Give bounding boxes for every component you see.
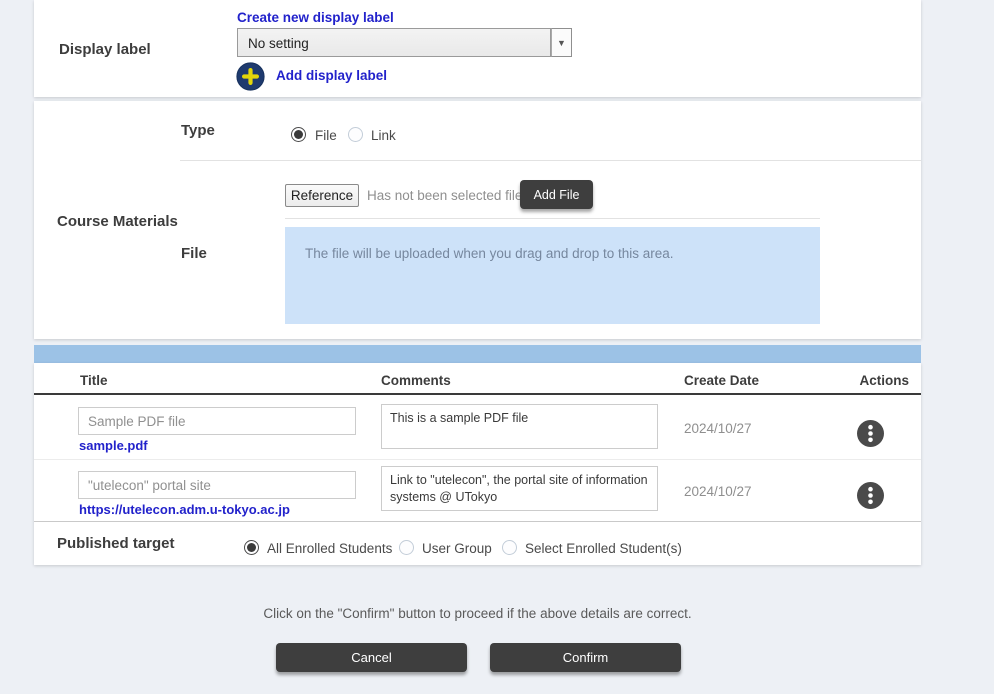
divider xyxy=(180,160,921,161)
display-label-heading: Display label xyxy=(59,41,151,58)
course-materials-heading: Course Materials xyxy=(57,213,178,230)
course-materials-section: Type File Link Course Materials Referenc… xyxy=(34,101,921,339)
display-label-select[interactable]: No setting ▼ xyxy=(237,28,572,57)
reference-button[interactable]: Reference xyxy=(285,184,359,207)
table-top-band xyxy=(34,345,921,363)
file-dropzone[interactable]: The file will be uploaded when you drag … xyxy=(285,227,820,324)
chevron-down-icon[interactable]: ▼ xyxy=(551,28,572,57)
column-header-actions: Actions xyxy=(845,373,909,388)
published-target-radio-user-group-label[interactable]: User Group xyxy=(422,541,492,556)
row-actions-kebab-icon[interactable] xyxy=(857,420,884,452)
row-divider xyxy=(34,459,921,460)
published-target-radio-all[interactable] xyxy=(244,540,259,555)
comment-box[interactable]: Link to "utelecon", the portal site of i… xyxy=(381,466,658,511)
type-radio-link[interactable] xyxy=(348,127,363,142)
header-underline xyxy=(34,393,921,395)
type-radio-link-label[interactable]: Link xyxy=(371,128,396,143)
confirm-instruction-text: Click on the "Confirm" button to proceed… xyxy=(34,606,921,621)
divider xyxy=(285,218,820,219)
create-date-value: 2024/10/27 xyxy=(684,421,752,436)
section-divider xyxy=(34,521,921,522)
cancel-button[interactable]: Cancel xyxy=(276,643,467,672)
published-target-radio-all-label[interactable]: All Enrolled Students xyxy=(267,541,392,556)
column-header-create-date: Create Date xyxy=(684,373,759,388)
add-plus-icon[interactable] xyxy=(236,62,265,91)
add-display-label-button[interactable]: Add display label xyxy=(276,68,387,83)
type-radio-file-label[interactable]: File xyxy=(315,128,337,143)
dropzone-hint-text: The file will be uploaded when you drag … xyxy=(305,246,674,261)
material-file-link[interactable]: sample.pdf xyxy=(79,438,148,453)
type-radio-file[interactable] xyxy=(291,127,306,142)
column-header-title: Title xyxy=(80,373,108,388)
published-target-heading: Published target xyxy=(57,535,175,552)
material-url-link[interactable]: https://utelecon.adm.u-tokyo.ac.jp xyxy=(79,502,290,517)
published-target-radio-select-students-label[interactable]: Select Enrolled Student(s) xyxy=(525,541,682,556)
column-header-comments: Comments xyxy=(381,373,451,388)
published-target-radio-select-students[interactable] xyxy=(502,540,517,555)
file-status-text: Has not been selected file. xyxy=(367,188,526,203)
confirm-button[interactable]: Confirm xyxy=(490,643,681,672)
title-input[interactable] xyxy=(78,471,356,499)
display-label-select-box[interactable]: No setting xyxy=(237,28,551,57)
file-heading: File xyxy=(181,245,207,262)
comment-box[interactable]: This is a sample PDF file xyxy=(381,404,658,449)
row-actions-kebab-icon[interactable] xyxy=(857,482,884,514)
create-date-value: 2024/10/27 xyxy=(684,484,752,499)
create-new-display-label-link[interactable]: Create new display label xyxy=(237,10,394,25)
materials-table-section: Title Comments Create Date Actions sampl… xyxy=(34,363,921,565)
display-label-section: Display label Create new display label N… xyxy=(34,0,921,97)
type-heading: Type xyxy=(181,122,215,139)
published-target-radio-user-group[interactable] xyxy=(399,540,414,555)
add-file-button[interactable]: Add File xyxy=(520,180,593,209)
title-input[interactable] xyxy=(78,407,356,435)
display-label-select-value: No setting xyxy=(248,36,309,51)
page: Display label Create new display label N… xyxy=(0,0,994,694)
